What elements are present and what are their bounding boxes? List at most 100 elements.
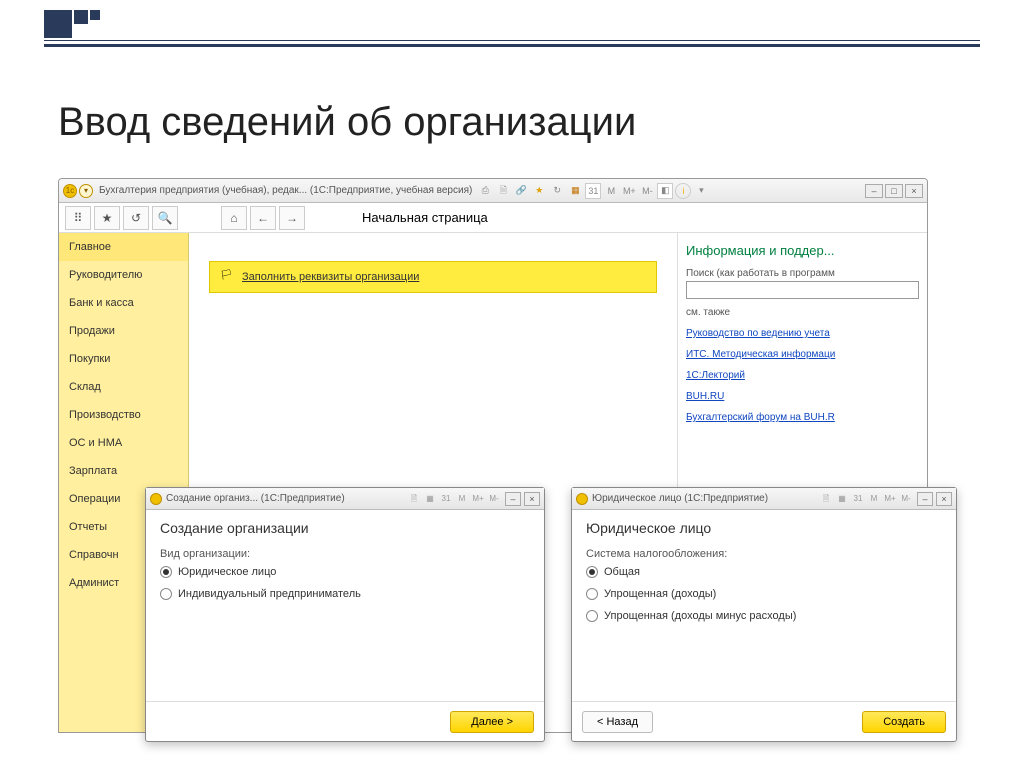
banner-icon: 🏳	[220, 270, 234, 284]
create-organization-dialog: Создание организ... (1С:Предприятие) 🗎 ▦…	[145, 487, 545, 742]
radio-individual-label: Индивидуальный предприниматель	[178, 588, 361, 600]
window-title-text: Бухгалтерия предприятия (учебная), редак…	[99, 185, 472, 196]
toolbar-calc-icon[interactable]: ▦	[567, 183, 583, 199]
radio-simplified-profit-label: Упрощенная (доходы минус расходы)	[604, 610, 796, 622]
dialog2-heading: Юридическое лицо	[586, 520, 942, 536]
radio-general[interactable]: Общая	[586, 566, 942, 578]
dialog1-title-text: Создание организ... (1С:Предприятие)	[166, 493, 345, 504]
radio-general-label: Общая	[604, 566, 640, 578]
dialog1-tool-calc-icon[interactable]: ▦	[423, 492, 437, 506]
sidebar-item-salary[interactable]: Зарплата	[59, 457, 188, 485]
link-buhru[interactable]: BUH.RU	[686, 391, 919, 402]
radio-individual[interactable]: Индивидуальный предприниматель	[160, 588, 530, 600]
toolbar-print-icon[interactable]: ⎙	[477, 183, 493, 199]
next-button[interactable]: Далее >	[450, 711, 534, 733]
radio-simplified-income[interactable]: Упрощенная (доходы)	[586, 588, 942, 600]
sidebar-item-sales[interactable]: Продажи	[59, 317, 188, 345]
dialog1-m-icon[interactable]: M	[455, 492, 469, 506]
toolbar-calendar-icon[interactable]: 31	[585, 183, 601, 199]
sidebar-item-production[interactable]: Производство	[59, 401, 188, 429]
close-button[interactable]: ×	[905, 184, 923, 198]
sidebar-item-bank[interactable]: Банк и касса	[59, 289, 188, 317]
radio-simplified-income-label: Упрощенная (доходы)	[604, 588, 716, 600]
toolbar-m-icon[interactable]: M	[603, 183, 619, 199]
dialog1-titlebar: Создание организ... (1С:Предприятие) 🗎 ▦…	[146, 488, 544, 510]
dialog1-mminus-icon[interactable]: M-	[487, 492, 501, 506]
legal-entity-dialog: Юридическое лицо (1С:Предприятие) 🗎 ▦ 31…	[571, 487, 957, 742]
dialog1-close-button[interactable]: ×	[524, 492, 540, 506]
radio-dot-icon	[586, 566, 598, 578]
app-logo-icon: 1с	[63, 184, 77, 198]
sidebar-item-main[interactable]: Главное	[59, 233, 188, 261]
search-input[interactable]	[686, 281, 919, 299]
radio-legal-entity-label: Юридическое лицо	[178, 566, 276, 578]
sidebar-item-manager[interactable]: Руководителю	[59, 261, 188, 289]
page-title: Начальная страница	[362, 210, 488, 225]
toolbar-doc-icon[interactable]: 🗎	[495, 183, 511, 199]
search-button[interactable]: 🔍	[152, 206, 178, 230]
minimize-button[interactable]: –	[865, 184, 883, 198]
dialog2-title-text: Юридическое лицо (1С:Предприятие)	[592, 493, 768, 504]
toolbar-clip-icon[interactable]: 🔗	[513, 183, 529, 199]
sidebar-item-assets[interactable]: ОС и НМА	[59, 429, 188, 457]
dialog1-mplus-icon[interactable]: M+	[471, 492, 485, 506]
maximize-button[interactable]: □	[885, 184, 903, 198]
dialog2-tool-cal-icon[interactable]: 31	[851, 492, 865, 506]
dialog2-field-label: Система налогообложения:	[586, 548, 942, 560]
radio-dot-icon	[160, 566, 172, 578]
toolbar-history-icon[interactable]: ↻	[549, 183, 565, 199]
dialog2-titlebar: Юридическое лицо (1С:Предприятие) 🗎 ▦ 31…	[572, 488, 956, 510]
radio-legal-entity[interactable]: Юридическое лицо	[160, 566, 530, 578]
link-lectorium[interactable]: 1С:Лекторий	[686, 370, 919, 381]
toolbar-star-icon[interactable]: ★	[531, 183, 547, 199]
dialog1-tool-doc-icon[interactable]: 🗎	[407, 492, 421, 506]
radio-dot-icon	[586, 610, 598, 622]
dialog2-footer: < Назад Создать	[572, 701, 956, 741]
radio-dot-icon	[586, 588, 598, 600]
dialog1-app-icon	[150, 493, 162, 505]
see-also-label: см. также	[686, 307, 919, 318]
link-guide[interactable]: Руководство по ведению учета	[686, 328, 919, 339]
link-forum[interactable]: Бухгалтерский форум на BUH.R	[686, 412, 919, 423]
slide-title: Ввод сведений об организации	[58, 100, 636, 145]
toolbar-panel-icon[interactable]: ◧	[657, 183, 673, 199]
link-its[interactable]: ИТС. Методическая информаци	[686, 349, 919, 360]
toolbar-mplus-icon[interactable]: M+	[621, 183, 637, 199]
sidebar-item-warehouse[interactable]: Склад	[59, 373, 188, 401]
toolbar-info-icon[interactable]: i	[675, 183, 691, 199]
nav-back-button[interactable]: ←	[250, 206, 276, 230]
back-button[interactable]: < Назад	[582, 711, 653, 733]
sidebar-item-purchases[interactable]: Покупки	[59, 345, 188, 373]
nav-back-icon[interactable]: ▾	[79, 184, 93, 198]
dialog2-tool-calc-icon[interactable]: ▦	[835, 492, 849, 506]
dialog2-app-icon	[576, 493, 588, 505]
dialog1-field-label: Вид организации:	[160, 548, 530, 560]
dialog1-heading: Создание организации	[160, 520, 530, 536]
fill-requisites-banner[interactable]: 🏳 Заполнить реквизиты организации	[209, 261, 657, 293]
dialog2-m-icon[interactable]: M	[867, 492, 881, 506]
toolbar-mminus-icon[interactable]: M-	[639, 183, 655, 199]
dialog2-mplus-icon[interactable]: M+	[883, 492, 897, 506]
dialog1-tool-cal-icon[interactable]: 31	[439, 492, 453, 506]
dialog2-minimize-button[interactable]: –	[917, 492, 933, 506]
dialog1-minimize-button[interactable]: –	[505, 492, 521, 506]
dialog2-mminus-icon[interactable]: M-	[899, 492, 913, 506]
toolbar-dropdown-icon[interactable]: ▾	[693, 183, 709, 199]
history-button[interactable]: ↺	[123, 206, 149, 230]
secondary-toolbar: ⠿ ★ ↺ 🔍 ⌂ ← → Начальная страница	[59, 203, 927, 233]
dialog2-body: Юридическое лицо Система налогообложения…	[572, 510, 956, 642]
fill-requisites-link[interactable]: Заполнить реквизиты организации	[242, 271, 419, 283]
create-button[interactable]: Создать	[862, 711, 946, 733]
apps-grid-button[interactable]: ⠿	[65, 206, 91, 230]
search-label: Поиск (как работать в программ	[686, 268, 919, 279]
nav-forward-button[interactable]: →	[279, 206, 305, 230]
dialog2-tool-doc-icon[interactable]: 🗎	[819, 492, 833, 506]
slide-header-decoration	[44, 10, 980, 50]
favorites-button[interactable]: ★	[94, 206, 120, 230]
dialog1-footer: Далее >	[146, 701, 544, 741]
dialog1-body: Создание организации Вид организации: Юр…	[146, 510, 544, 620]
dialog2-close-button[interactable]: ×	[936, 492, 952, 506]
main-titlebar: 1с ▾ Бухгалтерия предприятия (учебная), …	[59, 179, 927, 203]
home-button[interactable]: ⌂	[221, 206, 247, 230]
radio-simplified-profit[interactable]: Упрощенная (доходы минус расходы)	[586, 610, 942, 622]
